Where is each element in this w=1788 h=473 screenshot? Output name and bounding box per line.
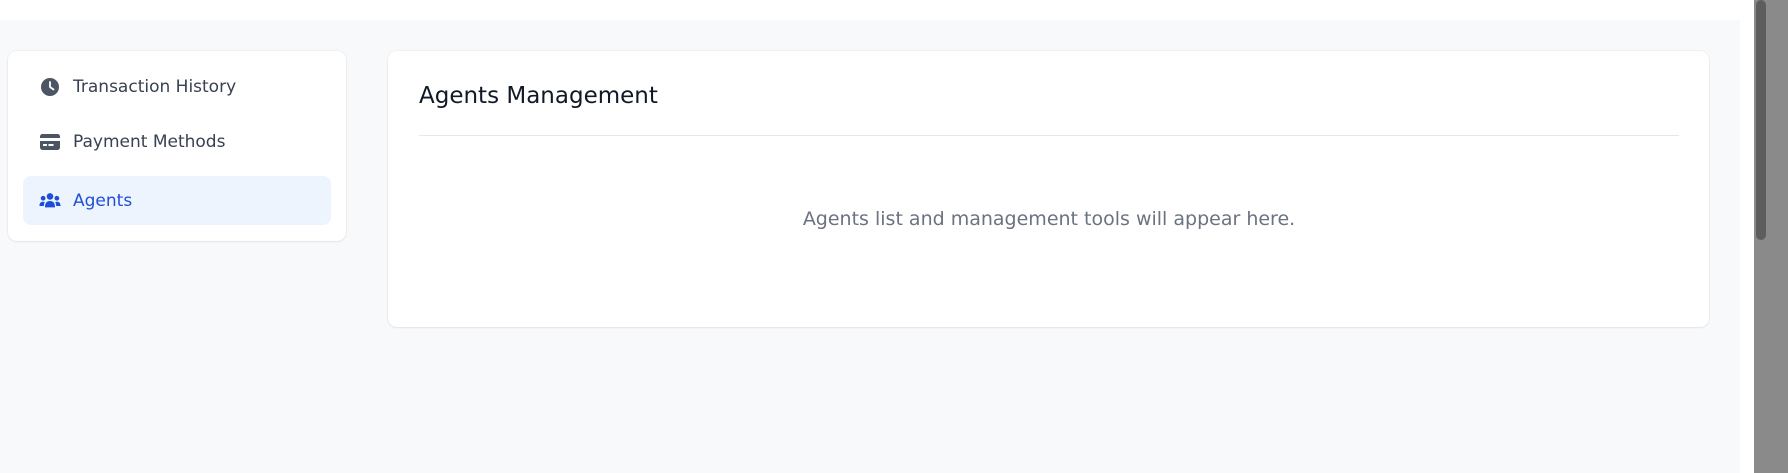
credit-card-icon	[39, 131, 61, 153]
divider	[419, 135, 1679, 136]
scrollbar-thumb[interactable]	[1756, 0, 1766, 240]
sidebar-item-label: Transaction History	[73, 76, 237, 97]
page-title: Agents Management	[419, 83, 658, 109]
scrollbar-gutter	[1740, 0, 1754, 473]
sidebar-item-label: Payment Methods	[73, 131, 226, 152]
sidebar: Transaction History Payment Methods Agen	[8, 51, 346, 241]
agents-management-card: Agents Management Agents list and manage…	[388, 51, 1709, 327]
sidebar-item-payment-methods[interactable]: Payment Methods	[23, 117, 331, 166]
empty-state-message: Agents list and management tools will ap…	[802, 208, 1296, 230]
sidebar-item-agents[interactable]: Agents	[23, 176, 331, 225]
top-strip	[0, 0, 1740, 20]
sidebar-item-transaction-history[interactable]: Transaction History	[23, 62, 331, 111]
clock-icon	[39, 76, 61, 98]
sidebar-item-label: Agents	[73, 190, 133, 211]
users-icon	[39, 190, 61, 212]
